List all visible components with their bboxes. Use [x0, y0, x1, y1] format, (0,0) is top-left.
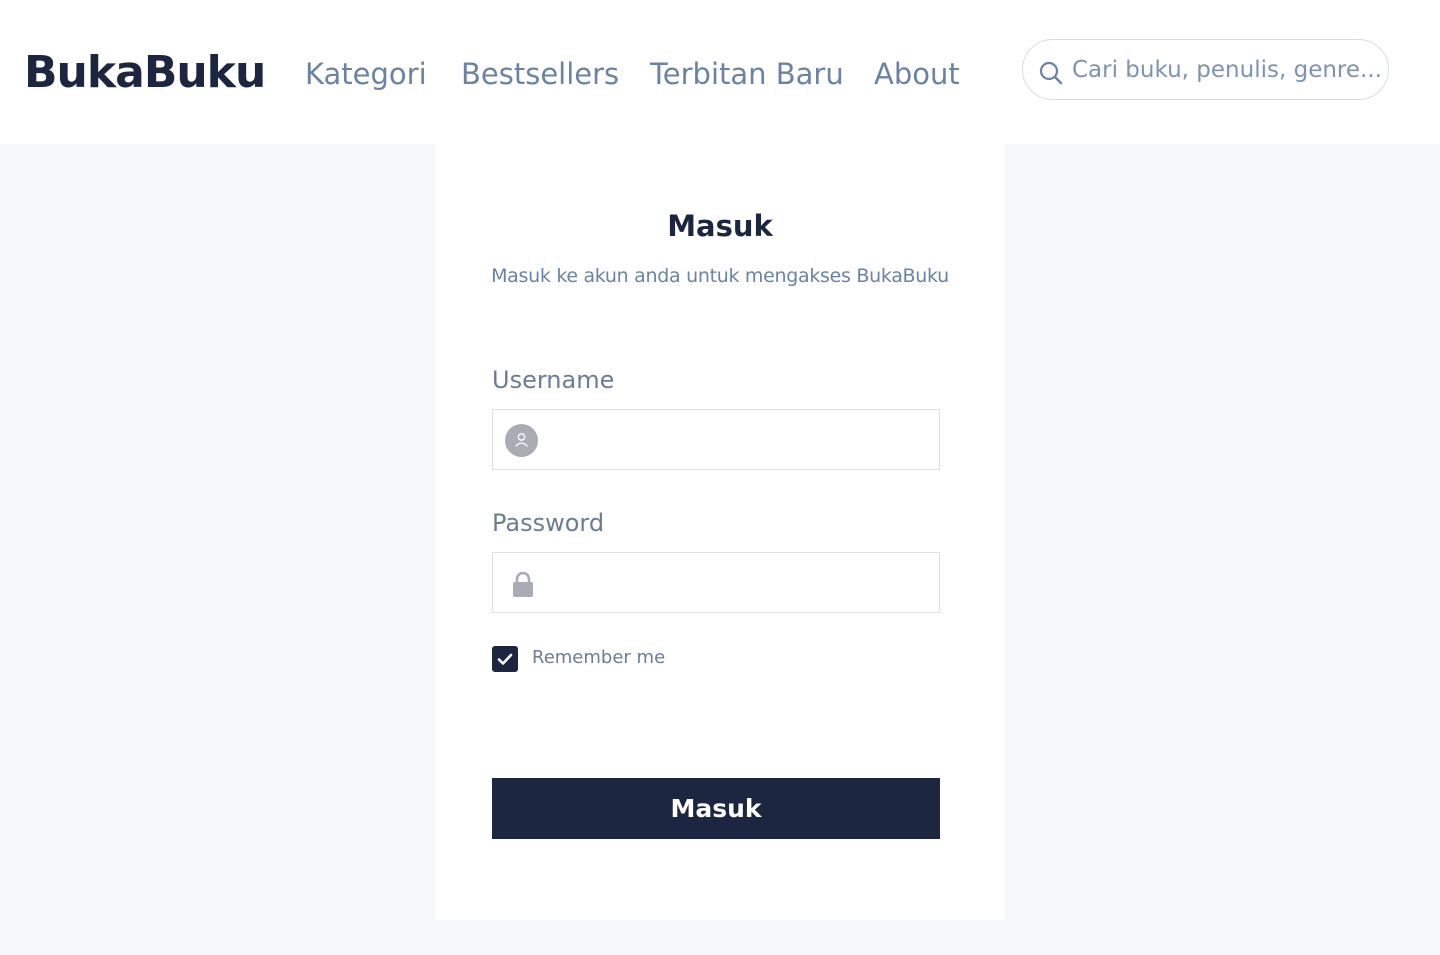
search-bar[interactable] — [1022, 39, 1389, 100]
username-field-wrapper[interactable] — [492, 409, 940, 470]
password-label: Password — [492, 509, 605, 537]
login-submit-button[interactable]: Masuk — [492, 778, 940, 839]
search-input[interactable] — [1072, 50, 1380, 90]
nav-link-bestsellers[interactable]: Bestsellers — [461, 52, 619, 96]
remember-me-checkbox[interactable] — [492, 646, 518, 672]
nav-link-kategori[interactable]: Kategori — [305, 52, 427, 96]
username-input[interactable] — [549, 420, 929, 460]
check-icon — [497, 653, 513, 665]
page-subtitle: Masuk ke akun anda untuk mengakses BukaB… — [491, 265, 949, 287]
user-icon — [505, 424, 538, 457]
navbar: BukaBuku Kategori Bestsellers Terbitan B… — [0, 0, 1440, 144]
remember-me-label[interactable]: Remember me — [532, 644, 665, 672]
nav-link-about[interactable]: About — [874, 52, 960, 96]
login-card: Masuk Masuk ke akun anda untuk mengakses… — [435, 144, 1005, 920]
password-field-wrapper[interactable] — [492, 552, 940, 613]
page-title: Masuk — [667, 209, 773, 243]
lock-icon — [513, 572, 533, 597]
brand-logo[interactable]: BukaBuku — [24, 45, 266, 101]
username-label: Username — [492, 366, 615, 394]
search-icon — [1039, 61, 1063, 85]
nav-link-terbitan-baru[interactable]: Terbitan Baru — [650, 52, 844, 96]
password-input[interactable] — [549, 563, 929, 603]
